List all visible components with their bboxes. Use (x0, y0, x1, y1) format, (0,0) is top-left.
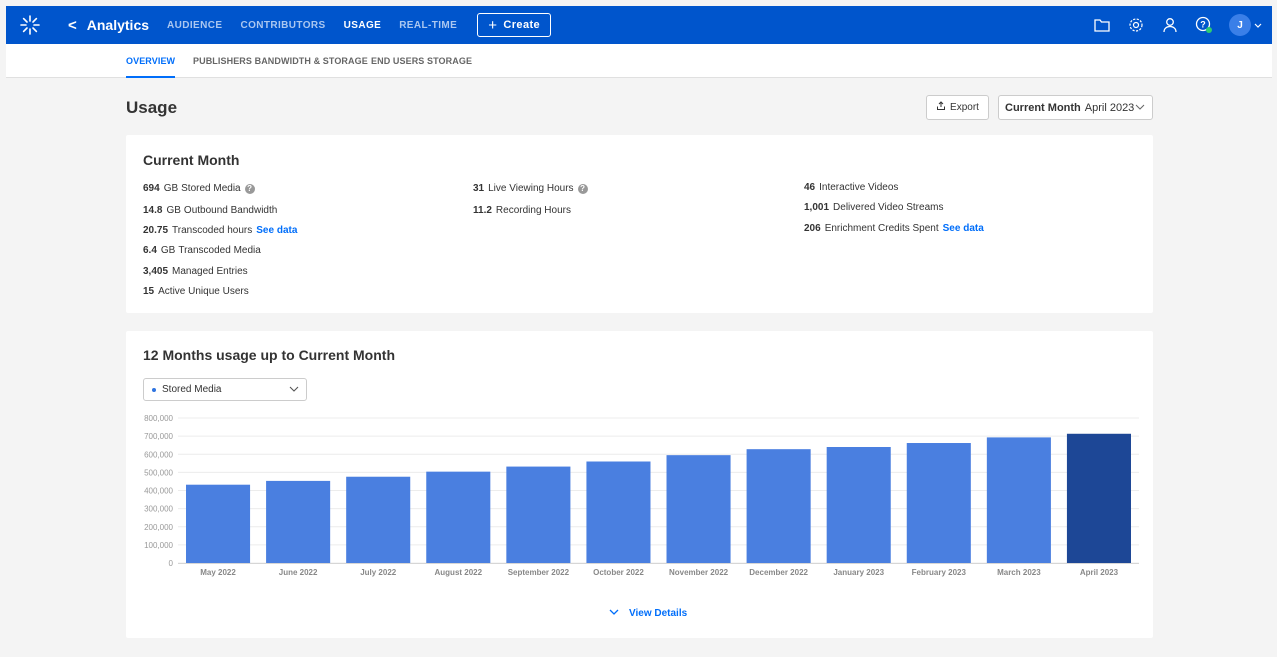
chevron-down-icon (1135, 102, 1145, 114)
plus-icon: + (488, 16, 498, 34)
bar (1066, 433, 1131, 563)
metric-selected: Stored Media (162, 384, 222, 395)
y-tick-label: 400,000 (144, 487, 173, 496)
stat-recording-hours: 11.2 Recording Hours (473, 205, 571, 216)
chevron-down-icon (1254, 16, 1262, 34)
view-details-link[interactable]: View Details (609, 608, 687, 619)
usage-chart-card: 12 Months usage up to Current Month Stor… (126, 331, 1153, 638)
x-tick-label: June 2022 (279, 568, 318, 577)
x-tick-label: November 2022 (669, 568, 729, 577)
x-tick-label: August 2022 (435, 568, 483, 577)
x-tick-label: May 2022 (200, 568, 236, 577)
nav-audience[interactable]: AUDIENCE (167, 20, 222, 31)
y-tick-label: 0 (169, 559, 174, 568)
export-button-label: Export (950, 102, 979, 113)
help-icon[interactable]: ? (244, 183, 255, 194)
y-tick-label: 300,000 (144, 505, 173, 514)
create-button-label: Create (503, 19, 541, 31)
tab-publishers-bandwidth-storage[interactable]: PUBLISHERS BANDWIDTH & STORAGE (193, 56, 368, 66)
kaltura-logo-icon[interactable] (20, 15, 50, 35)
bar (826, 447, 891, 563)
bar (426, 471, 491, 563)
metric-dropdown[interactable]: Stored Media (143, 378, 307, 401)
folder-icon[interactable] (1093, 16, 1111, 34)
series-dot-icon (152, 387, 156, 392)
top-navigation-bar: < Analytics AUDIENCE CONTRIBUTORS USAGE … (6, 6, 1272, 44)
x-tick-label: October 2022 (593, 568, 644, 577)
chevron-down-icon (609, 608, 619, 619)
x-tick-label: September 2022 (508, 568, 570, 577)
bar (666, 455, 731, 563)
svg-text:?: ? (1200, 20, 1206, 30)
bar (506, 466, 571, 563)
app-title: Analytics (86, 17, 150, 33)
nav-real-time[interactable]: REAL-TIME (399, 20, 457, 31)
page-title: Usage (126, 98, 178, 117)
y-tick-label: 200,000 (144, 523, 173, 532)
help-icon[interactable]: ? (1195, 16, 1213, 34)
see-data-link[interactable]: See data (256, 225, 297, 236)
nav-usage[interactable]: USAGE (344, 20, 382, 31)
x-tick-label: March 2023 (997, 568, 1041, 577)
y-tick-label: 600,000 (144, 450, 173, 459)
bar (986, 437, 1051, 563)
bar (746, 449, 811, 563)
back-icon[interactable]: < (68, 17, 77, 34)
x-tick-label: July 2022 (360, 568, 397, 577)
y-tick-label: 100,000 (144, 541, 173, 550)
export-icon (936, 101, 946, 114)
avatar: J (1229, 14, 1251, 36)
bar (186, 484, 251, 563)
tab-end-users-storage[interactable]: END USERS STORAGE (371, 56, 472, 66)
see-data-link[interactable]: See data (943, 223, 984, 234)
stat-live-viewing-hours: 31 Live Viewing Hours ? (473, 183, 588, 194)
export-button[interactable]: Export (926, 95, 989, 120)
tab-overview[interactable]: OVERVIEW (126, 56, 176, 78)
stat-transcoded-media: 6.4 GB Transcoded Media (143, 245, 261, 256)
sub-navigation: OVERVIEW PUBLISHERS BANDWIDTH & STORAGE … (6, 44, 1272, 78)
chart-section-title: 12 Months usage up to Current Month (143, 347, 395, 363)
period-dropdown[interactable]: Current Month April 2023 (998, 95, 1153, 120)
current-month-card: Current Month 694 GB Stored Media ? 14.8… (126, 135, 1153, 313)
stat-enrichment-credits: 206 Enrichment Credits Spent See data (804, 223, 984, 234)
gear-icon[interactable] (1127, 16, 1145, 34)
y-tick-label: 500,000 (144, 468, 173, 477)
stat-delivered-video-streams: 1,001 Delivered Video Streams (804, 202, 944, 213)
y-tick-label: 700,000 (144, 432, 173, 441)
bar (266, 480, 331, 563)
x-tick-label: April 2023 (1080, 568, 1119, 577)
current-month-title: Current Month (143, 152, 240, 168)
usage-bar-chart: 0 100,000 200,000 300,000 400,000 500,000 600,… (144, 414, 1139, 577)
bar (586, 461, 651, 563)
stat-interactive-videos: 46 Interactive Videos (804, 182, 899, 193)
help-icon[interactable]: ? (577, 183, 588, 194)
nav-contributors[interactable]: CONTRIBUTORS (240, 20, 325, 31)
view-details-label: View Details (629, 608, 688, 619)
stat-outbound-bandwidth: 14.8 GB Outbound Bandwidth (143, 205, 278, 216)
period-value: April 2023 (1084, 101, 1135, 114)
stat-managed-entries: 3,405 Managed Entries (143, 266, 248, 277)
user-icon[interactable] (1161, 16, 1179, 34)
stat-transcoded-hours: 20.75 Transcoded hours See data (143, 225, 298, 236)
x-tick-label: February 2023 (912, 568, 967, 577)
x-tick-label: January 2023 (833, 568, 884, 577)
bar (346, 476, 411, 563)
bar (906, 443, 971, 563)
create-button[interactable]: + Create (477, 13, 552, 37)
chevron-down-icon (289, 385, 299, 396)
stat-active-unique-users: 15 Active Unique Users (143, 286, 249, 297)
period-label: Current Month (1005, 101, 1081, 114)
y-tick-label: 800,000 (144, 414, 173, 423)
x-tick-label: December 2022 (749, 568, 808, 577)
topbar-actions: ? J (1093, 6, 1262, 44)
stat-stored-media: 694 GB Stored Media ? (143, 183, 255, 194)
user-menu[interactable]: J (1229, 14, 1262, 36)
